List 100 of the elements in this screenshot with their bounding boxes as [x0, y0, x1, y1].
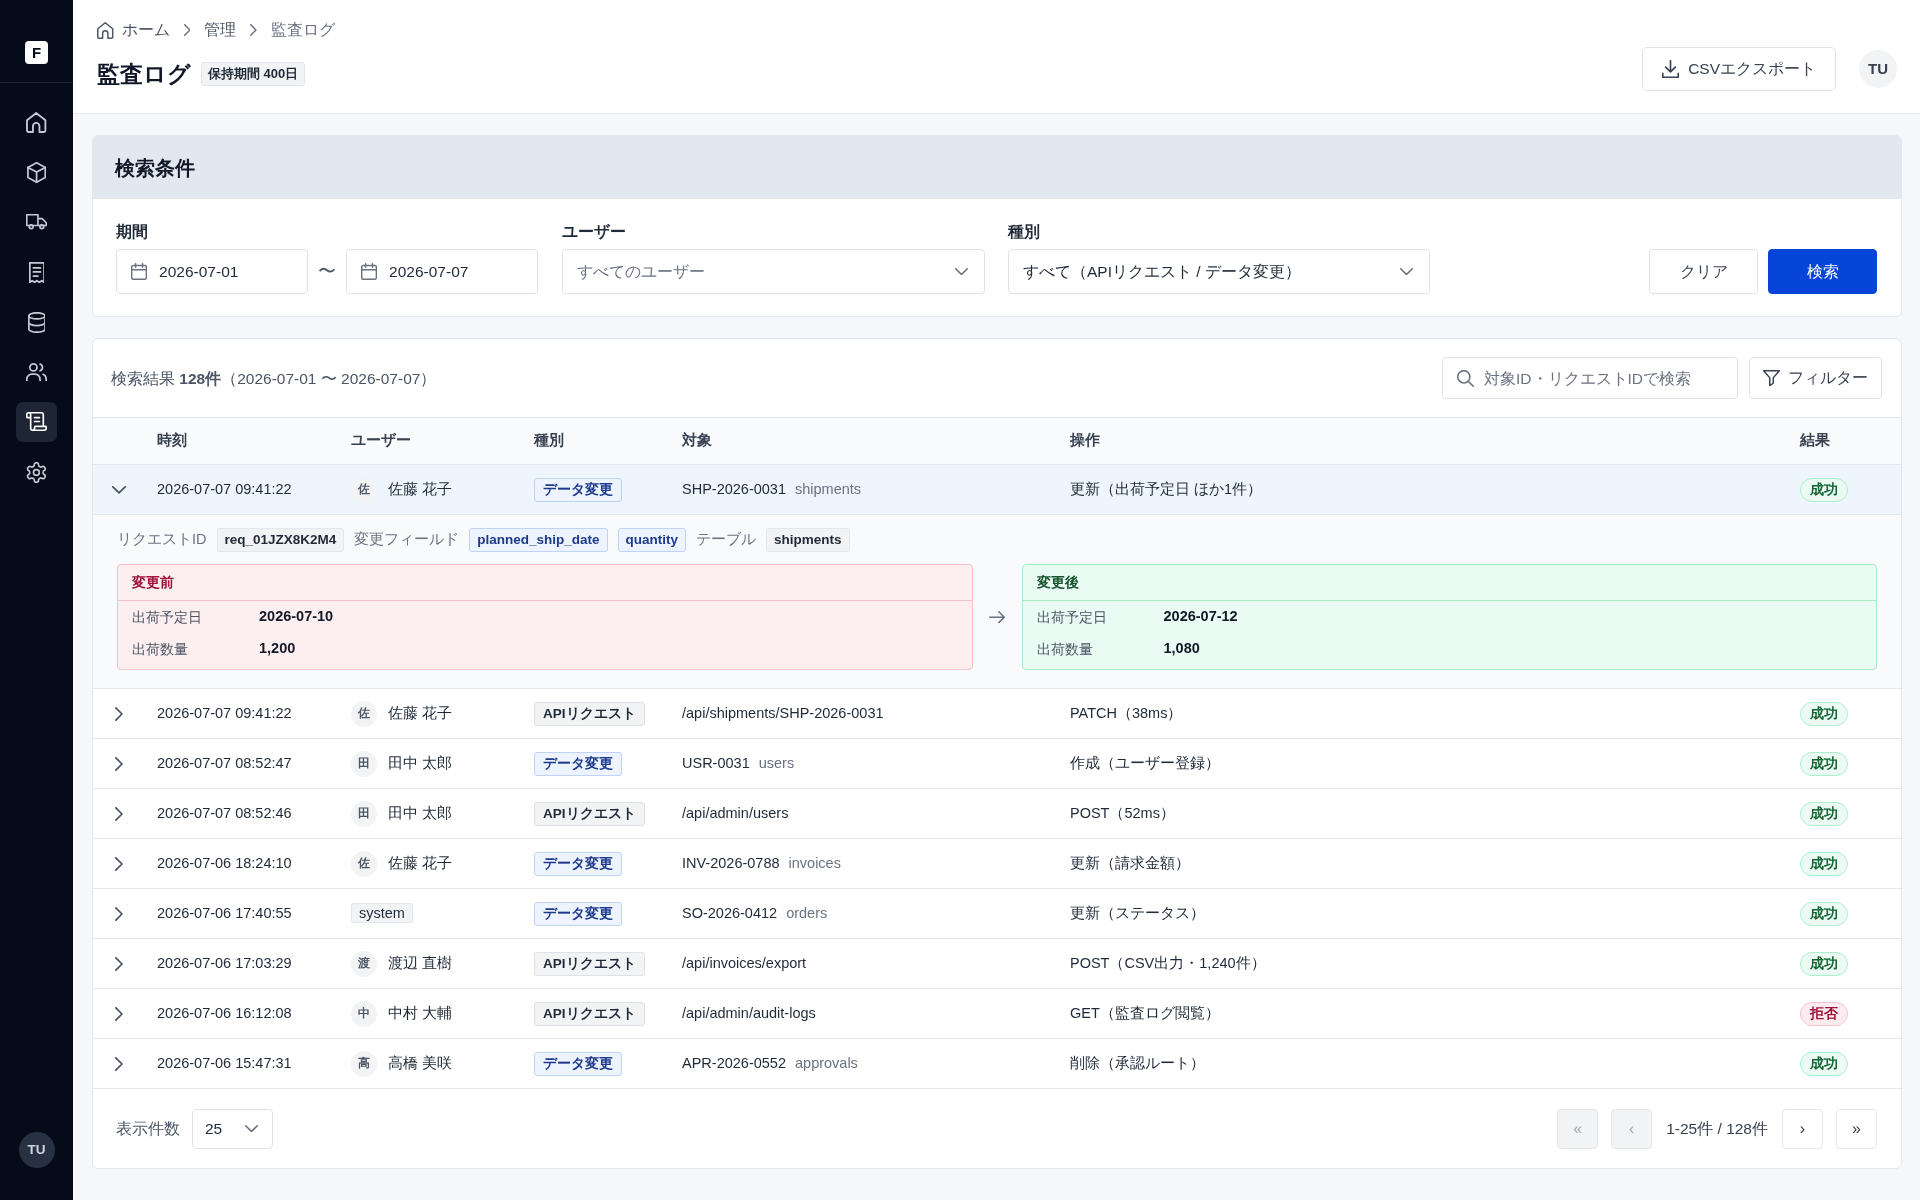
app-logo[interactable]: F [25, 41, 48, 64]
column-header: 時刻 [145, 417, 339, 465]
type-tag: データ変更 [534, 477, 622, 502]
user-avatar: 渡 [351, 950, 377, 977]
request-id-tag: req_01JZX8K2M4 [216, 528, 345, 553]
operation-cell: 更新（出荷予定日 ほか1件） [1058, 464, 1788, 515]
status-tag: 成功 [1800, 851, 1848, 876]
user-name: 中村 大輔 [388, 1004, 453, 1021]
breadcrumb-link[interactable]: 管理 [204, 18, 237, 42]
user-name: 田中 太郎 [388, 754, 453, 771]
target-id: SO-2026-0412 [682, 904, 778, 921]
user-name: 佐藤 花子 [388, 704, 453, 721]
column-header: 操作 [1058, 417, 1788, 465]
arrow-right-icon [989, 611, 1005, 624]
cube-icon [26, 161, 47, 183]
gear-icon [26, 461, 47, 483]
search-field[interactable]: 対象ID・リクエストIDで検索 [1442, 357, 1738, 400]
operation-cell: POST（CSV出力・1,240件） [1058, 938, 1788, 989]
chevron-right-icon[interactable] [115, 906, 123, 921]
field-value: 1,200 [259, 639, 296, 659]
type-tag: データ変更 [534, 751, 622, 776]
clear-button[interactable]: クリア [1649, 249, 1758, 295]
user-avatar[interactable]: TU [18, 1132, 55, 1168]
caret-icon [955, 268, 968, 276]
user-name: 佐藤 花子 [388, 854, 453, 871]
table-name: invoices [788, 854, 841, 871]
chevron-right-icon[interactable] [115, 1006, 123, 1021]
page-title: 監査ログ [97, 60, 191, 89]
time-cell: 2026-07-06 16:12:08 [145, 988, 339, 1039]
result-summary: 検索結果 128件（2026-07-01 〜 2026-07-07） [111, 368, 437, 389]
operation-cell: PATCH（38ms） [1058, 688, 1788, 739]
user-avatar: 高 [351, 1050, 377, 1077]
caret-icon [245, 1125, 258, 1133]
time-cell: 2026-07-06 18:24:10 [145, 838, 339, 889]
user-select[interactable]: すべてのユーザー [562, 249, 985, 295]
search-button[interactable]: 検索 [1768, 249, 1877, 295]
truck-icon [26, 214, 47, 230]
meta-label: リクエストID [117, 530, 207, 550]
status-tag: 成功 [1800, 901, 1848, 926]
type-tag: データ変更 [534, 851, 622, 876]
user-avatar: 田 [351, 750, 377, 777]
time-cell: 2026-07-07 08:52:46 [145, 788, 339, 839]
date-field[interactable]: 2026-07-07 [346, 249, 538, 295]
filter-button[interactable]: フィルター [1749, 357, 1882, 400]
status-tag: 成功 [1800, 1051, 1848, 1076]
chevron-right-icon[interactable] [115, 1056, 123, 1071]
page-size-select[interactable]: 25 [192, 1108, 273, 1149]
chevron-right-icon[interactable] [115, 856, 123, 871]
chevron-right-icon[interactable] [115, 756, 123, 771]
meta-label: 変更フィールド [354, 530, 460, 550]
filter-icon [1763, 370, 1780, 387]
user-avatar: 佐 [351, 476, 377, 503]
type-select[interactable]: すべて（APIリクエスト / データ変更） [1008, 249, 1430, 295]
column-header: ユーザー [339, 417, 522, 465]
sidebar-item[interactable] [16, 402, 57, 442]
user-name: 佐藤 花子 [388, 480, 453, 497]
chevron-right-icon[interactable] [115, 806, 123, 821]
column-header: 種別 [522, 417, 670, 465]
status-tag: 成功 [1800, 951, 1848, 976]
status-tag: 拒否 [1800, 1001, 1848, 1026]
field-label: ユーザー [562, 222, 627, 242]
chevron-down-icon[interactable] [112, 485, 126, 494]
user-avatar: 田 [351, 800, 377, 827]
user-name: 田中 太郎 [388, 804, 453, 821]
caret-icon [1400, 268, 1413, 276]
type-tag: APIリクエスト [534, 951, 645, 976]
user-avatar: 中 [351, 1000, 377, 1027]
chevron-right-icon [183, 24, 191, 36]
target-id: SHP-2026-0031 [682, 480, 786, 497]
chevron-right-icon[interactable] [115, 706, 123, 721]
time-cell: 2026-07-06 17:03:29 [145, 938, 339, 989]
range-separator: 〜 [317, 260, 337, 284]
time-cell: 2026-07-07 08:52:47 [145, 738, 339, 789]
type-tag: APIリクエスト [534, 801, 645, 826]
chevron-right-icon[interactable] [115, 956, 123, 971]
field-label: 期間 [116, 222, 149, 242]
panel-title: 変更後 [1022, 565, 1876, 602]
type-tag: データ変更 [534, 1051, 622, 1076]
status-tag: 成功 [1800, 751, 1848, 776]
export-button[interactable]: CSVエクスポート [1642, 47, 1836, 91]
date-field[interactable]: 2026-07-01 [116, 249, 308, 295]
field-value: 2026-07-12 [1163, 607, 1238, 627]
field-label: 出荷予定日 [1036, 607, 1108, 627]
user-name: 高橋 美咲 [388, 1054, 453, 1071]
target-id: APR-2026-0552 [682, 1054, 786, 1071]
last-page-button[interactable]: » [1836, 1108, 1877, 1149]
status-tag: 成功 [1800, 701, 1848, 726]
time-cell: 2026-07-06 15:47:31 [145, 1038, 339, 1089]
database-icon [27, 311, 46, 333]
time-cell: 2026-07-07 09:41:22 [145, 688, 339, 739]
time-cell: 2026-07-07 09:41:22 [145, 464, 339, 515]
home-icon[interactable] [97, 21, 114, 39]
operation-cell: 作成（ユーザー登録） [1058, 738, 1788, 789]
type-tag: APIリクエスト [534, 701, 645, 726]
breadcrumb-link[interactable]: ホーム [121, 18, 170, 42]
chevron-right-icon [250, 24, 257, 36]
next-page-button[interactable]: › [1782, 1108, 1823, 1149]
target-id: INV-2026-0788 [682, 854, 780, 871]
user-avatar[interactable]: TU [1859, 50, 1897, 88]
download-icon [1662, 60, 1680, 78]
